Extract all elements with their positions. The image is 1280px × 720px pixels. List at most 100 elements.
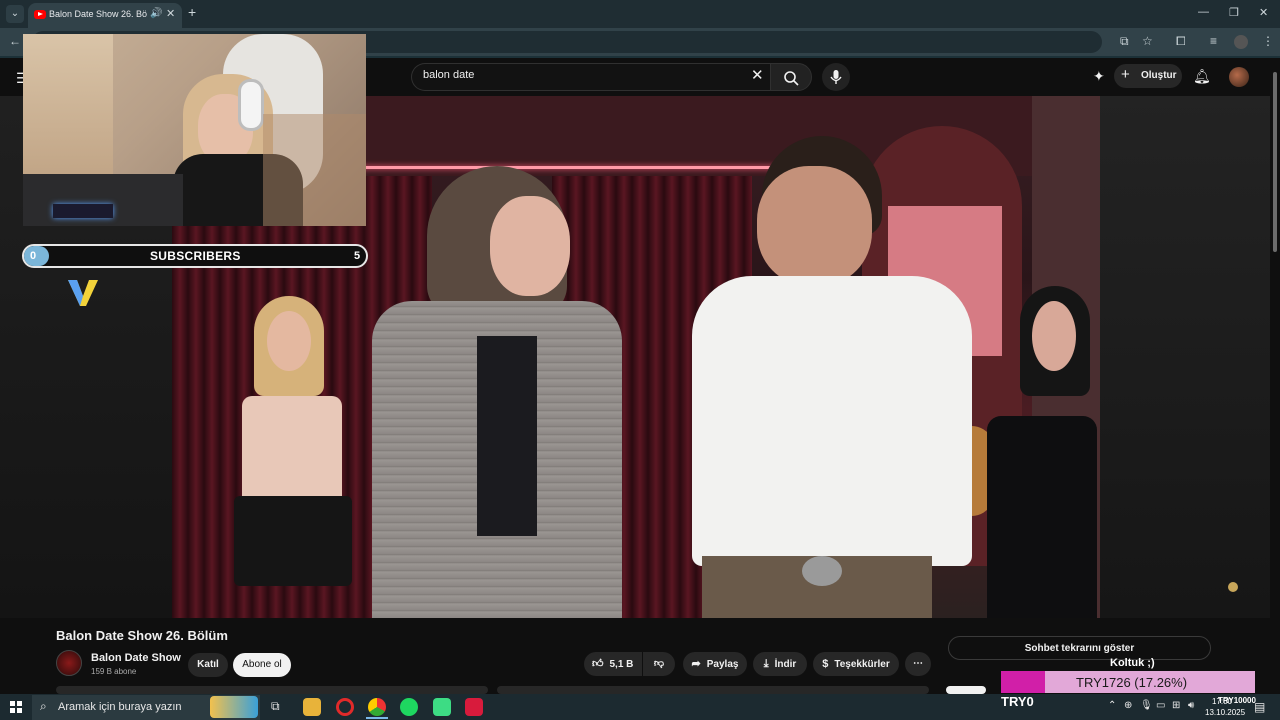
thanks-button[interactable]: $ Teşekkürler xyxy=(813,652,899,676)
scrollbar-thumb[interactable] xyxy=(1273,72,1277,252)
file-explorer-icon[interactable] xyxy=(303,698,321,716)
keyboard xyxy=(53,204,113,218)
filter-chip-all[interactable] xyxy=(946,686,986,694)
windows-start-icon[interactable] xyxy=(10,701,22,713)
tab-title: Balon Date Show 26. Bölüm xyxy=(49,9,147,19)
person-face xyxy=(757,166,872,286)
media-controls-icon[interactable]: ≡ xyxy=(1210,34,1217,48)
black-dress xyxy=(987,416,1097,618)
download-label: İndir xyxy=(774,659,797,670)
notifications-bell-icon[interactable]: 🔔︎ xyxy=(1193,68,1211,85)
spotify-icon[interactable] xyxy=(400,698,418,716)
thumbs-up-icon: 👍︎ xyxy=(592,658,604,670)
person-face xyxy=(490,196,570,296)
subscriber-goal-fill xyxy=(24,246,49,266)
channel-watermark-icon[interactable] xyxy=(1228,582,1238,592)
share-label: Paylaş xyxy=(706,659,739,670)
tray-app-icon[interactable]: ⊕ xyxy=(1124,700,1132,711)
download-arrow-icon: ⤓ xyxy=(763,658,769,670)
volume-icon[interactable]: 🔊︎ xyxy=(1188,700,1194,711)
channel-name[interactable]: Balon Date Show xyxy=(91,652,181,664)
tab-search-button[interactable]: ⌄ xyxy=(6,5,24,23)
neon-strip xyxy=(322,166,822,169)
youtube-favicon-icon xyxy=(34,10,46,19)
subscriber-goal-start: 0 xyxy=(30,250,37,262)
channel-subscriber-count: 159 B abone xyxy=(91,667,137,676)
download-button[interactable]: ⤓ İndir xyxy=(753,652,807,676)
join-button[interactable]: Katıl xyxy=(188,653,228,677)
search-icon xyxy=(784,71,799,86)
room-wall xyxy=(263,114,366,226)
person-face xyxy=(267,311,311,371)
new-tab-button[interactable]: + xyxy=(188,4,196,20)
chrome-icon[interactable] xyxy=(368,698,386,716)
show-chat-replay-button[interactable]: Sohbet tekrarını göster xyxy=(948,636,1211,660)
wristwatch xyxy=(802,556,842,586)
taskbar-time[interactable]: 17:00 xyxy=(1212,697,1232,706)
taskbar-date[interactable]: 13.10.2025 xyxy=(1205,708,1245,717)
share-button[interactable]: ➦ Paylaş xyxy=(683,652,747,676)
app-icon-red[interactable] xyxy=(465,698,483,716)
microphone-icon xyxy=(830,70,842,84)
browser-tab[interactable]: Balon Date Show 26. Bölüm 🔊 ✕ xyxy=(28,3,182,28)
opera-browser-icon[interactable] xyxy=(336,698,354,716)
more-actions-button[interactable]: ⋯ xyxy=(905,652,931,676)
close-window-button[interactable]: ✕ xyxy=(1259,6,1268,19)
restore-button[interactable]: ❐ xyxy=(1229,6,1239,19)
speaker-icon[interactable]: 🔊 xyxy=(150,8,162,19)
ai-sparkle-icon[interactable]: ✦ xyxy=(1093,68,1105,85)
tab-close-icon[interactable]: ✕ xyxy=(166,7,175,20)
account-avatar[interactable] xyxy=(1229,67,1249,87)
headphones xyxy=(238,79,264,131)
desk xyxy=(23,174,183,226)
display-tray-icon[interactable]: ▭ xyxy=(1156,700,1165,711)
recommendation-card[interactable] xyxy=(497,686,929,694)
like-button[interactable]: 👍︎ 5,1 B xyxy=(584,652,642,676)
taskbar-search-placeholder: Aramak için buraya yazın xyxy=(58,701,182,713)
profile-avatar[interactable] xyxy=(1234,35,1248,49)
tray-overflow-icon[interactable]: ⌃ xyxy=(1108,700,1116,711)
donation-goal-title: Koltuk ;) xyxy=(1110,657,1155,669)
channel-avatar[interactable] xyxy=(56,650,82,676)
create-label: Oluştur xyxy=(1141,70,1177,81)
description-box[interactable] xyxy=(56,686,488,694)
active-app-indicator xyxy=(366,717,388,719)
search-button[interactable] xyxy=(770,63,812,91)
streamer-v-logo-icon xyxy=(68,280,98,306)
notification-center-icon[interactable]: ▤ xyxy=(1254,700,1265,714)
back-arrow-icon[interactable]: ← xyxy=(9,34,21,48)
webcam-overlay xyxy=(23,34,366,226)
search-query: balon date xyxy=(423,69,475,81)
dislike-button[interactable]: 👎︎ xyxy=(643,652,675,676)
minimize-button[interactable]: — xyxy=(1198,6,1209,18)
ambient-right xyxy=(1100,96,1270,618)
subscriber-goal-label: SUBSCRIBERS xyxy=(150,249,241,263)
search-highlight-image[interactable] xyxy=(210,696,258,718)
share-arrow-icon: ➦ xyxy=(691,658,701,670)
task-view-icon[interactable]: ⧉ xyxy=(271,699,280,714)
super-thanks-icon: $ xyxy=(822,658,829,670)
cast-icon[interactable]: ⧉ xyxy=(1120,34,1129,49)
clear-search-icon[interactable]: ✕ xyxy=(751,66,764,84)
app-icon-green[interactable] xyxy=(433,698,451,716)
extensions-icon[interactable]: ⧠ xyxy=(1176,34,1186,49)
person-face xyxy=(1032,301,1076,371)
network-icon[interactable]: ⊞ xyxy=(1172,700,1180,711)
donation-goal-current: TRY0 xyxy=(1001,694,1034,709)
person-skirt xyxy=(234,496,352,586)
like-count: 5,1 B xyxy=(609,659,634,670)
donation-goal-fill xyxy=(1001,671,1045,693)
video-title: Balon Date Show 26. Bölüm xyxy=(56,628,228,643)
microphone-tray-icon[interactable]: 🎙︎ xyxy=(1140,700,1153,711)
subscriber-goal-target: 5 xyxy=(354,250,361,262)
browser-menu-icon[interactable]: ⋮ xyxy=(1262,34,1274,48)
voice-search-button[interactable] xyxy=(822,63,850,91)
donation-goal-text: TRY1726 (17.26%) xyxy=(1076,675,1188,690)
search-icon: ⌕ xyxy=(40,699,47,713)
plus-icon: + xyxy=(1121,66,1130,83)
person-top xyxy=(242,396,342,506)
thanks-label: Teşekkürler xyxy=(834,659,890,670)
subscribe-button[interactable]: Abone ol xyxy=(233,653,291,677)
thumbs-down-icon: 👎︎ xyxy=(653,658,665,669)
bookmark-star-icon[interactable]: ☆ xyxy=(1142,34,1153,48)
